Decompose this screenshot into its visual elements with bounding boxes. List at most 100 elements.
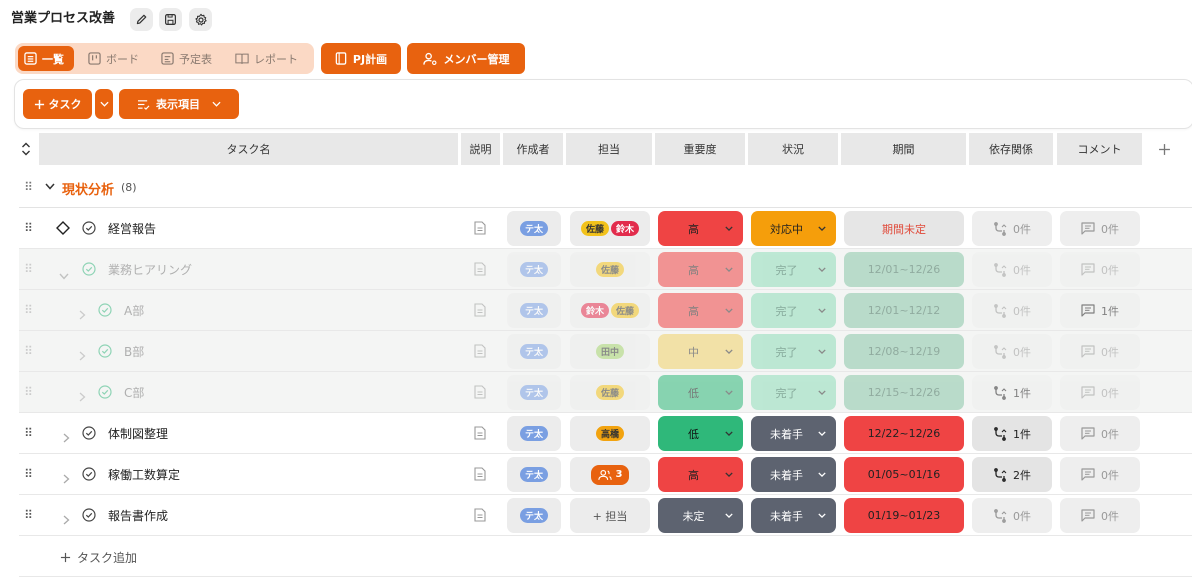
task-name[interactable]: 稼働工数算定 — [108, 466, 180, 483]
add-task-button[interactable]: タスク — [23, 89, 92, 119]
task-name[interactable]: 業務ヒアリング — [108, 261, 192, 278]
dependency-cell[interactable]: 2件 — [972, 457, 1052, 492]
creator-cell[interactable]: テ太 — [507, 416, 561, 451]
period-cell[interactable]: 12/22~12/26 — [844, 416, 964, 451]
table-row[interactable]: ⠿ C部 テ太 佐藤 低 完了 12/15~12/26 1件 0件 — [19, 372, 1192, 413]
creator-cell[interactable]: テ太 — [507, 334, 561, 369]
dependency-cell[interactable]: 1件 — [972, 416, 1052, 451]
check-circle-icon[interactable] — [98, 385, 112, 399]
drag-handle-icon[interactable]: ⠿ — [23, 303, 33, 317]
document-icon[interactable] — [474, 262, 486, 276]
drag-handle-icon[interactable]: ⠿ — [23, 221, 33, 235]
document-icon[interactable] — [474, 508, 486, 522]
priority-select[interactable]: 高 — [658, 293, 743, 328]
dependency-cell[interactable]: 0件 — [972, 293, 1052, 328]
add-task-row[interactable]: タスク追加 — [60, 549, 137, 565]
comment-cell[interactable]: 0件 — [1060, 457, 1140, 492]
drag-handle-icon[interactable]: ⠿ — [23, 467, 33, 481]
period-cell[interactable]: 12/01~12/12 — [844, 293, 964, 328]
period-cell[interactable]: 12/01~12/26 — [844, 252, 964, 287]
drag-handle-icon[interactable]: ⠿ — [23, 508, 33, 522]
tab-board[interactable]: ボード — [82, 46, 148, 71]
comment-cell[interactable]: 0件 — [1060, 252, 1140, 287]
document-icon[interactable] — [474, 426, 486, 440]
dependency-cell[interactable]: 0件 — [972, 252, 1052, 287]
col-creator[interactable]: 作成者 — [503, 133, 563, 165]
add-task-dropdown[interactable] — [95, 89, 113, 119]
table-row[interactable]: ⠿ A部 テ太 鈴木 佐藤 高 完了 12/01~12/12 0件 1件 — [19, 290, 1192, 331]
check-circle-icon[interactable] — [98, 303, 112, 317]
drag-handle-icon[interactable]: ⠿ — [23, 344, 33, 358]
comment-cell[interactable]: 0件 — [1060, 416, 1140, 451]
chevron-right-icon[interactable] — [79, 346, 86, 365]
col-description[interactable]: 説明 — [461, 133, 500, 165]
table-row[interactable]: ⠿ 経営報告 テ太 佐藤 鈴木 高 対応中 期間未定 0件 0件 — [19, 208, 1192, 249]
col-dependency[interactable]: 依存関係 — [969, 133, 1053, 165]
check-circle-icon[interactable] — [98, 344, 112, 358]
status-select[interactable]: 未着手 — [751, 498, 836, 533]
status-select[interactable]: 完了 — [751, 334, 836, 369]
priority-select[interactable]: 高 — [658, 457, 743, 492]
status-select[interactable]: 完了 — [751, 293, 836, 328]
check-circle-icon[interactable] — [82, 426, 96, 440]
dependency-cell[interactable]: 0件 — [972, 498, 1052, 533]
edit-title-button[interactable] — [130, 8, 153, 31]
comment-cell[interactable]: 0件 — [1060, 211, 1140, 246]
check-circle-icon[interactable] — [82, 221, 96, 235]
assignee-cell[interactable]: 鈴木 佐藤 — [570, 293, 650, 328]
task-name[interactable]: A部 — [124, 302, 144, 319]
document-icon[interactable] — [474, 344, 486, 358]
assignee-cell[interactable]: 佐藤 — [570, 375, 650, 410]
status-select[interactable]: 未着手 — [751, 416, 836, 451]
drag-handle-icon[interactable]: ⠿ — [23, 262, 33, 276]
drag-handle-icon[interactable]: ⠿ — [23, 426, 33, 440]
check-circle-icon[interactable] — [82, 467, 96, 481]
status-select[interactable]: 完了 — [751, 375, 836, 410]
priority-select[interactable]: 中 — [658, 334, 743, 369]
tab-list[interactable]: 一覧 — [18, 46, 74, 71]
chevron-right-icon[interactable] — [79, 387, 86, 406]
period-cell[interactable]: 12/15~12/26 — [844, 375, 964, 410]
display-items-button[interactable]: 表示項目 — [119, 89, 239, 119]
dependency-cell[interactable]: 0件 — [972, 334, 1052, 369]
chevron-right-icon[interactable] — [63, 510, 70, 529]
assignee-cell[interactable]: 田中 — [570, 334, 650, 369]
table-row[interactable]: ⠿ 体制図整理 テ太 高橋 低 未着手 12/22~12/26 1件 0件 — [19, 413, 1192, 454]
priority-select[interactable]: 低 — [658, 416, 743, 451]
drag-handle-icon[interactable]: ⠿ — [23, 180, 33, 194]
milestone-diamond-icon[interactable] — [56, 221, 70, 235]
chevron-right-icon[interactable] — [79, 305, 86, 324]
tab-report[interactable]: レポート — [229, 46, 309, 71]
assignee-cell[interactable]: 佐藤 — [570, 252, 650, 287]
creator-cell[interactable]: テ太 — [507, 498, 561, 533]
col-task-name[interactable]: タスク名 — [39, 133, 458, 165]
col-priority[interactable]: 重要度 — [655, 133, 745, 165]
comment-cell[interactable]: 1件 — [1060, 293, 1140, 328]
col-status[interactable]: 状況 — [748, 133, 838, 165]
assignee-cell[interactable]: 高橋 — [570, 416, 650, 451]
table-row[interactable]: ⠿ 報告書作成 テ太 + 担当 未定 未着手 01/19~01/23 0件 0件 — [19, 495, 1192, 536]
col-assignee[interactable]: 担当 — [566, 133, 652, 165]
check-circle-icon[interactable] — [82, 508, 96, 522]
priority-select[interactable]: 高 — [658, 252, 743, 287]
status-select[interactable]: 未着手 — [751, 457, 836, 492]
period-cell[interactable]: 01/05~01/16 — [844, 457, 964, 492]
sort-toggle[interactable] — [19, 141, 33, 157]
check-circle-icon[interactable] — [82, 262, 96, 276]
creator-cell[interactable]: テ太 — [507, 457, 561, 492]
task-name[interactable]: 報告書作成 — [108, 507, 168, 524]
creator-cell[interactable]: テ太 — [507, 211, 561, 246]
creator-cell[interactable]: テ太 — [507, 252, 561, 287]
document-icon[interactable] — [474, 221, 486, 235]
chevron-down-icon[interactable] — [45, 183, 55, 190]
task-name[interactable]: 経営報告 — [108, 220, 156, 237]
status-select[interactable]: 完了 — [751, 252, 836, 287]
creator-cell[interactable]: テ太 — [507, 293, 561, 328]
group-name[interactable]: 現状分析 — [62, 179, 114, 198]
period-cell[interactable]: 12/08~12/19 — [844, 334, 964, 369]
document-icon[interactable] — [474, 303, 486, 317]
assignee-cell[interactable]: + 担当 — [570, 498, 650, 533]
task-name[interactable]: B部 — [124, 343, 144, 360]
assignee-cell[interactable]: 3 — [570, 457, 650, 492]
priority-select[interactable]: 高 — [658, 211, 743, 246]
